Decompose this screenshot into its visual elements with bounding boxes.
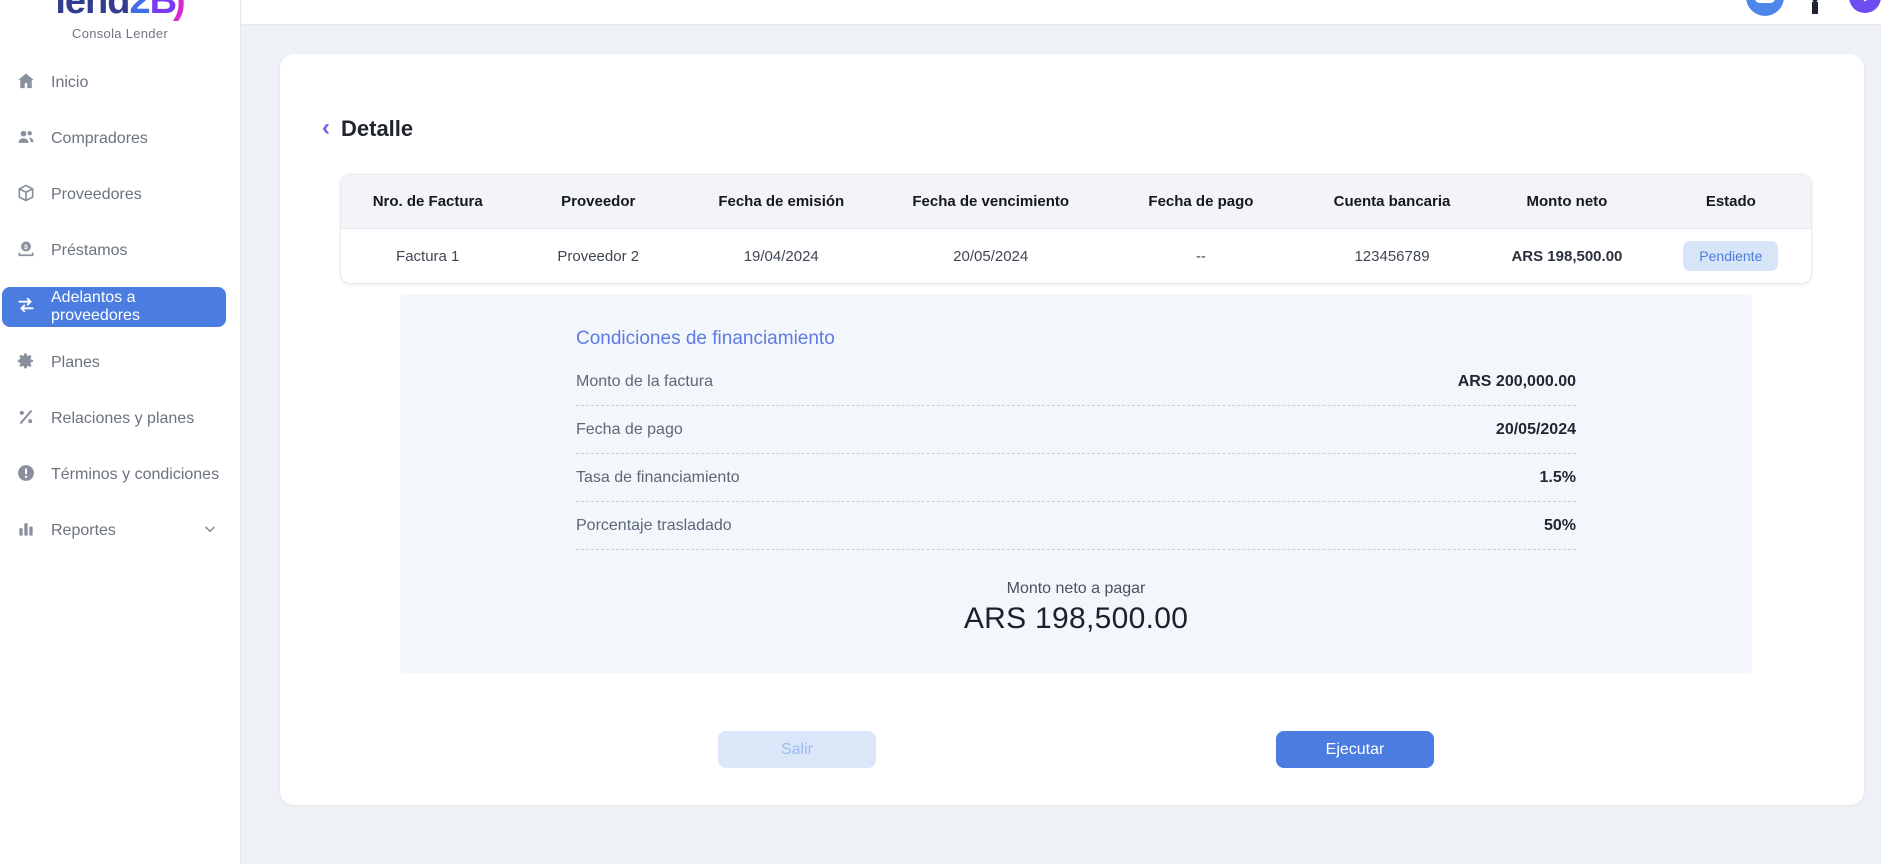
condition-value: ARS 200,000.00: [1458, 373, 1576, 391]
app-logo: lend2B): [0, 0, 240, 23]
sidebar-item-proveedores[interactable]: Proveedores: [2, 175, 226, 215]
exclamation-circle-icon: [16, 463, 36, 488]
sidebar-item-reportes[interactable]: Reportes: [2, 511, 226, 551]
sidebar-item-label: Términos y condiciones: [51, 466, 219, 484]
conditions-panel: Condiciones de financiamiento Monto de l…: [400, 294, 1752, 673]
cell-monto-neto: ARS 198,500.00: [1483, 248, 1651, 265]
package-icon: [16, 183, 36, 208]
condition-row-monto-factura: Monto de la factura ARS 200,000.00: [576, 358, 1576, 406]
sidebar-item-planes[interactable]: Planes: [2, 343, 226, 383]
page-title: Detalle: [341, 116, 413, 142]
sidebar-item-label: Reportes: [51, 522, 116, 540]
sidebar-item-label: Adelantos a proveedores: [51, 289, 226, 325]
col-monto-neto: Monto neto: [1483, 193, 1651, 210]
sidebar-item-inicio[interactable]: Inicio: [2, 63, 226, 103]
condition-value: 1.5%: [1540, 469, 1576, 487]
invoice-table-header: Nro. de Factura Proveedor Fecha de emisi…: [341, 175, 1811, 229]
bar-chart-icon: [16, 519, 36, 544]
sidebar-item-label: Planes: [51, 354, 100, 372]
col-proveedor: Proveedor: [514, 193, 682, 210]
cell-vencimiento: 20/05/2024: [880, 248, 1101, 265]
brand-mark-icon[interactable]: [1849, 0, 1881, 13]
cell-nro-factura: Factura 1: [341, 248, 514, 265]
conditions-title: Condiciones de financiamiento: [576, 328, 835, 350]
condition-row-porcentaje: Porcentaje trasladado 50%: [576, 502, 1576, 550]
sidebar-item-prestamos[interactable]: $ Préstamos: [2, 231, 226, 271]
net-amount-value: ARS 198,500.00: [400, 602, 1752, 636]
chevron-down-icon[interactable]: [202, 521, 218, 542]
col-fecha-de-vencimiento: Fecha de vencimiento: [880, 193, 1101, 210]
sidebar-nav: Inicio Compradores Proveedores $ Préstam…: [0, 63, 240, 551]
col-nro-de-factura: Nro. de Factura: [341, 193, 514, 210]
execute-button[interactable]: Ejecutar: [1276, 731, 1434, 768]
exit-button[interactable]: Salir: [718, 731, 876, 768]
logo-swoosh: ): [173, 0, 185, 22]
sidebar-item-adelantos-a-proveedores[interactable]: Adelantos a proveedores: [2, 287, 226, 327]
coin-deposit-icon: $: [16, 239, 36, 264]
sidebar-item-terminos-y-condiciones[interactable]: Términos y condiciones: [2, 455, 226, 495]
topbar: [241, 0, 1881, 25]
invoice-table: Nro. de Factura Proveedor Fecha de emisi…: [340, 174, 1812, 284]
cell-emision: 19/04/2024: [682, 248, 880, 265]
sidebar-item-label: Compradores: [51, 130, 148, 148]
gear-icon: [16, 351, 36, 376]
condition-label: Monto de la factura: [576, 373, 713, 391]
svg-text:$: $: [24, 244, 28, 251]
sidebar-item-label: Proveedores: [51, 186, 142, 204]
percent-icon: [16, 407, 36, 432]
condition-value: 50%: [1544, 517, 1576, 535]
chevron-left-icon: ‹: [322, 116, 330, 140]
net-amount-label: Monto neto a pagar: [400, 580, 1752, 598]
sidebar-item-label: Relaciones y planes: [51, 410, 194, 428]
detail-card: ‹ Detalle Nro. de Factura Proveedor Fech…: [280, 54, 1864, 805]
swap-arrows-icon: [16, 295, 36, 320]
back-button[interactable]: ‹ Detalle: [322, 116, 413, 142]
sidebar-item-relaciones-y-planes[interactable]: Relaciones y planes: [2, 399, 226, 439]
condition-row-fecha-pago: Fecha de pago 20/05/2024: [576, 406, 1576, 454]
conditions-rows: Monto de la factura ARS 200,000.00 Fecha…: [576, 358, 1576, 550]
user-avatar-icon[interactable]: [1746, 0, 1784, 16]
col-cuenta-bancaria: Cuenta bancaria: [1301, 193, 1483, 210]
col-estado: Estado: [1651, 193, 1811, 210]
cell-pago: --: [1101, 248, 1301, 265]
logo-text-2: 2: [129, 0, 149, 22]
sidebar-item-compradores[interactable]: Compradores: [2, 119, 226, 159]
home-icon: [16, 71, 36, 96]
logo-text-main: lend: [55, 0, 129, 22]
condition-row-tasa: Tasa de financiamiento 1.5%: [576, 454, 1576, 502]
sidebar-item-label: Inicio: [51, 74, 88, 92]
users-icon: [16, 127, 36, 152]
cell-cuenta: 123456789: [1301, 248, 1483, 265]
sidebar: lend2B) Consola Lender Inicio Compradore…: [0, 0, 241, 864]
filter-icon[interactable]: [1804, 0, 1826, 4]
cell-proveedor: Proveedor 2: [514, 248, 682, 265]
status-badge: Pendiente: [1683, 241, 1778, 271]
table-row[interactable]: Factura 1 Proveedor 2 19/04/2024 20/05/2…: [341, 229, 1811, 283]
net-amount-block: Monto neto a pagar ARS 198,500.00: [400, 580, 1752, 636]
condition-value: 20/05/2024: [1496, 421, 1576, 439]
console-subtitle: Consola Lender: [0, 26, 240, 41]
sidebar-item-label: Préstamos: [51, 242, 127, 260]
col-fecha-de-emision: Fecha de emisión: [682, 193, 880, 210]
col-fecha-de-pago: Fecha de pago: [1101, 193, 1301, 210]
condition-label: Porcentaje trasladado: [576, 517, 732, 535]
condition-label: Fecha de pago: [576, 421, 683, 439]
condition-label: Tasa de financiamiento: [576, 469, 740, 487]
